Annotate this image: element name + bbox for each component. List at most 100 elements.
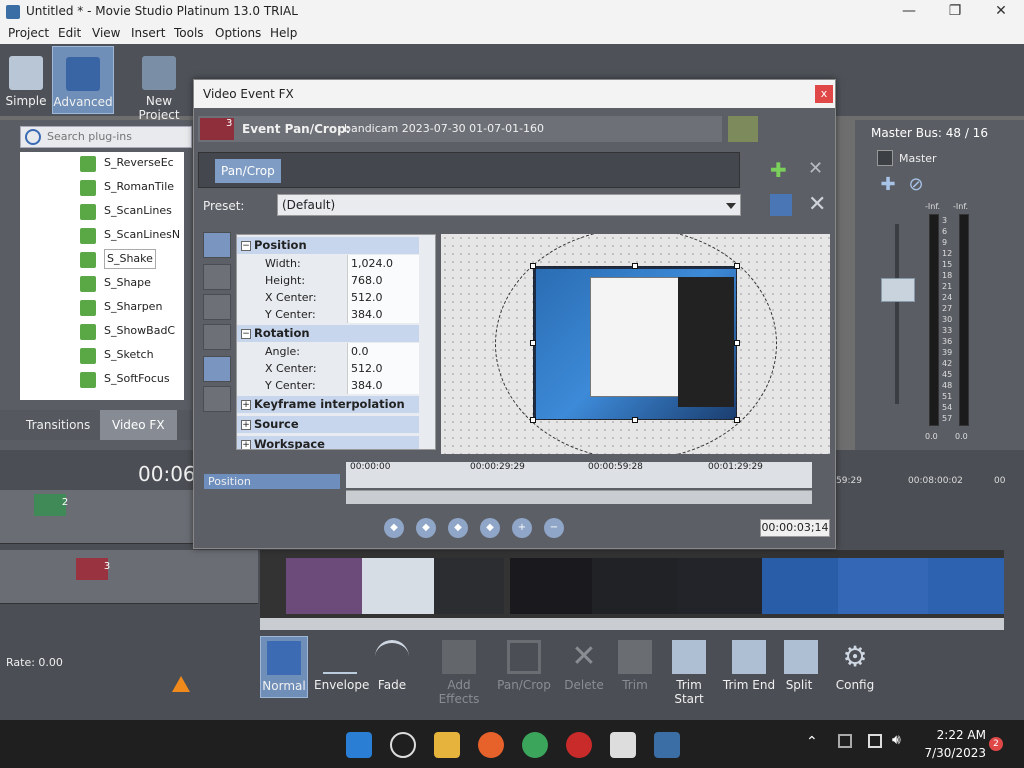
preset-dropdown[interactable]: (Default) [277, 194, 741, 216]
pointer-tool-icon[interactable] [203, 264, 231, 290]
section-workspace[interactable]: + Workspace [237, 436, 419, 449]
delete-keyframe-icon[interactable]: − [544, 518, 564, 538]
pan-crop-tool[interactable]: Pan/Crop [496, 636, 552, 698]
clock-time[interactable]: 2:22 AM [930, 728, 986, 742]
menu-tools[interactable]: Tools [174, 26, 204, 40]
close-button[interactable]: ✕ [978, 0, 1024, 24]
master-fader[interactable] [881, 278, 915, 302]
prop-x-center[interactable]: X Center: 512.0 [237, 289, 419, 306]
first-keyframe-icon[interactable]: ◆ [384, 518, 404, 538]
prop-rot-y-center[interactable]: Y Center: 384.0 [237, 377, 419, 394]
dialog-close-button[interactable]: x [815, 85, 833, 103]
video-clip[interactable] [434, 558, 504, 614]
section-source[interactable]: + Source [237, 416, 419, 433]
tab-transitions[interactable]: Transitions [14, 410, 102, 440]
save-preset-icon[interactable] [770, 194, 792, 216]
resize-handle[interactable] [530, 417, 536, 423]
prop-height[interactable]: Height: 768.0 [237, 272, 419, 289]
search-box[interactable] [20, 126, 192, 148]
keyframe-time-display[interactable]: 00:00:03;14 [760, 519, 830, 537]
bandicam-icon[interactable] [566, 732, 592, 758]
rate-slider-handle[interactable] [172, 676, 190, 692]
video-clip[interactable] [510, 558, 592, 614]
7zip-icon[interactable] [610, 732, 636, 758]
movie-studio-icon[interactable] [654, 732, 680, 758]
insert-fx-icon[interactable]: ✚ [877, 174, 899, 196]
clock-date[interactable]: 7/30/2023 [922, 746, 986, 760]
section-position[interactable]: − Position [237, 237, 419, 254]
center-icon[interactable] [203, 386, 231, 412]
menu-project[interactable]: Project [8, 26, 49, 40]
video-clip[interactable] [286, 558, 362, 614]
dialog-title-bar[interactable]: Video Event FX [194, 80, 835, 108]
file-explorer-icon[interactable] [434, 732, 460, 758]
fade-tool[interactable]: Fade [372, 636, 412, 698]
advanced-button[interactable]: Advanced [52, 46, 114, 114]
next-keyframe-icon[interactable]: ◆ [448, 518, 468, 538]
windows-start-icon[interactable] [346, 732, 372, 758]
pan-crop-canvas[interactable] [441, 234, 830, 454]
fit-frame-icon[interactable] [203, 356, 231, 382]
config-tool[interactable]: ⚙ Config [834, 636, 876, 698]
resize-handle[interactable] [530, 340, 536, 346]
new-project-button[interactable]: New Project [124, 46, 194, 122]
notification-badge[interactable]: 2 [989, 737, 1003, 751]
delete-tool[interactable]: ✕ Delete [564, 636, 604, 698]
prev-keyframe-icon[interactable]: ◆ [416, 518, 436, 538]
trim-tool[interactable]: Trim [614, 636, 656, 698]
properties-tool-icon[interactable] [203, 232, 231, 258]
keyframe-ruler[interactable]: 00:00:00 00:00:29:29 00:00:59:28 00:01:2… [346, 462, 812, 488]
remove-plugin-icon[interactable]: ✕ [808, 158, 823, 179]
normal-tool[interactable]: Normal [260, 636, 308, 698]
chevron-up-icon[interactable]: ⌃ [806, 734, 818, 750]
menu-edit[interactable]: Edit [58, 26, 81, 40]
resize-handle[interactable] [734, 417, 740, 423]
maximize-button[interactable]: ❐ [932, 0, 978, 24]
move-icon[interactable] [203, 416, 231, 442]
mute-icon[interactable]: ⊘ [905, 174, 927, 196]
minimize-button[interactable]: — [886, 0, 932, 24]
video-clip[interactable] [362, 558, 434, 614]
menu-options[interactable]: Options [215, 26, 261, 40]
video-clip[interactable] [592, 558, 678, 614]
chain-view-icon[interactable] [728, 116, 758, 142]
section-rotation[interactable]: − Rotation [237, 325, 419, 342]
firefox-icon[interactable] [478, 732, 504, 758]
prop-angle[interactable]: Angle: 0.0 [237, 343, 419, 360]
video-track-lane[interactable] [260, 550, 1004, 618]
last-keyframe-icon[interactable]: ◆ [480, 518, 500, 538]
display-icon[interactable] [868, 734, 882, 748]
menu-view[interactable]: View [92, 26, 120, 40]
volume-icon[interactable]: 🔊︎ [892, 732, 901, 748]
chrome-icon[interactable] [522, 732, 548, 758]
envelope-tool[interactable]: Envelope [314, 636, 369, 698]
tab-video-fx[interactable]: Video FX [100, 410, 177, 440]
network-icon[interactable] [838, 734, 852, 748]
section-keyframe[interactable]: + Keyframe interpolation [237, 396, 419, 413]
track-header-audio[interactable]: 3 [0, 550, 258, 604]
resize-handle[interactable] [530, 263, 536, 269]
resize-handle[interactable] [632, 263, 638, 269]
resize-handle[interactable] [632, 417, 638, 423]
edit-tool-icon[interactable] [203, 324, 231, 350]
search-input[interactable] [47, 130, 187, 143]
menu-insert[interactable]: Insert [131, 26, 165, 40]
timeline-scrollbar[interactable] [260, 618, 1004, 630]
add-effects-tool[interactable]: Add Effects [426, 636, 492, 706]
add-keyframe-icon[interactable]: + [512, 518, 532, 538]
add-plugin-icon[interactable]: ✚ [770, 158, 787, 182]
prop-y-center[interactable]: Y Center: 384.0 [237, 306, 419, 323]
resize-handle[interactable] [734, 340, 740, 346]
video-clip[interactable] [762, 558, 838, 614]
zoom-tool-icon[interactable] [203, 294, 231, 320]
delete-preset-icon[interactable]: ✕ [808, 192, 826, 217]
keyframe-track[interactable] [346, 490, 812, 504]
prop-width[interactable]: Width: 1,024.0 [237, 255, 419, 272]
prop-rot-x-center[interactable]: X Center: 512.0 [237, 360, 419, 377]
search-icon[interactable] [390, 732, 416, 758]
split-tool[interactable]: Split [784, 636, 818, 698]
crop-frame[interactable] [533, 266, 737, 420]
menu-help[interactable]: Help [270, 26, 297, 40]
video-clip[interactable] [678, 558, 762, 614]
resize-handle[interactable] [734, 263, 740, 269]
